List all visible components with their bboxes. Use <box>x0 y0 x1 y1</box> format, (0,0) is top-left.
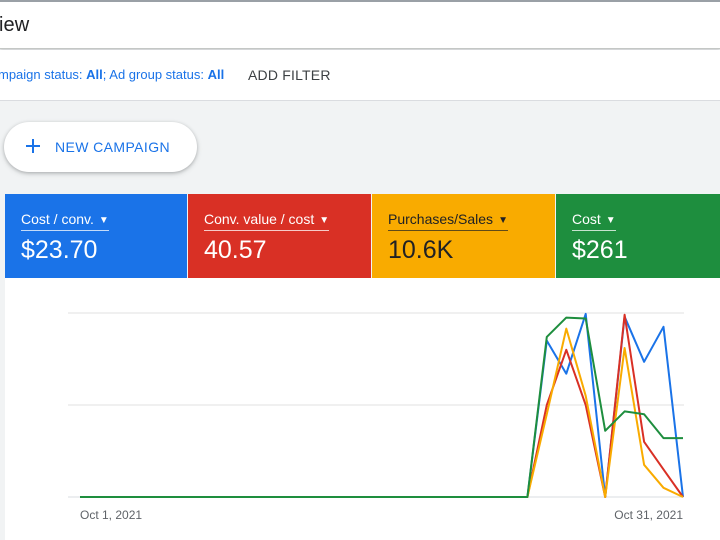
metric-label: Conv. value / cost <box>204 211 315 227</box>
metric-card-cost-per-conv[interactable]: Cost / conv. ▼ $23.70 <box>5 194 187 278</box>
performance-chart-card: Oct 1, 2021 Oct 31, 2021 <box>5 278 720 540</box>
campaign-status-label: mpaign status: <box>0 67 87 82</box>
dropdown-caret-icon: ▼ <box>319 215 330 226</box>
metric-selector[interactable]: Purchases/Sales ▼ <box>388 211 508 231</box>
plus-icon <box>26 139 40 153</box>
metric-selector[interactable]: Conv. value / cost ▼ <box>204 211 330 231</box>
metric-value: $261 <box>572 236 628 264</box>
active-filters[interactable]: mpaign status: All; Ad group status: All <box>0 67 224 82</box>
metric-value: 10.6K <box>388 236 454 264</box>
dropdown-caret-icon: ▼ <box>605 215 616 226</box>
metric-label: Cost <box>572 211 601 227</box>
metric-selector[interactable]: Cost / conv. ▼ <box>21 211 109 231</box>
x-tick-label-end: Oct 31, 2021 <box>614 508 683 522</box>
campaign-status-value: All <box>86 67 103 82</box>
series-line-4 <box>80 316 683 498</box>
metric-cards: Cost / conv. ▼ $23.70 Conv. value / cost ▼… <box>5 194 720 278</box>
series-line-2 <box>80 313 684 498</box>
ad-group-status-value: All <box>207 67 225 82</box>
new-campaign-label: NEW CAMPAIGN <box>55 139 170 155</box>
x-tick-label-start: Oct 1, 2021 <box>80 508 142 522</box>
metric-value: $23.70 <box>21 236 98 264</box>
metric-card-conv-value-per-cost[interactable]: Conv. value / cost ▼ 40.57 <box>188 194 371 278</box>
metric-label: Purchases/Sales <box>388 211 494 227</box>
add-filter-button[interactable]: ADD FILTER <box>248 67 331 83</box>
new-campaign-button[interactable]: NEW CAMPAIGN <box>4 122 197 172</box>
page-header: iew <box>0 0 720 49</box>
metric-card-purchases-sales[interactable]: Purchases/Sales ▼ 10.6K <box>372 194 555 278</box>
metric-label: Cost / conv. <box>21 211 94 227</box>
dropdown-caret-icon: ▼ <box>98 215 109 226</box>
metric-selector[interactable]: Cost ▼ <box>572 211 616 231</box>
page-title: iew <box>0 14 30 36</box>
ad-group-status-label: Ad group status: <box>109 67 208 82</box>
metric-card-cost[interactable]: Cost ▼ $261 <box>556 194 720 278</box>
dropdown-caret-icon: ▼ <box>498 215 508 226</box>
google-ads-overview: iew mpaign status: All; Ad group status:… <box>0 0 720 540</box>
metric-value: 40.57 <box>204 236 267 264</box>
performance-line-chart: Oct 1, 2021 Oct 31, 2021 <box>68 312 684 522</box>
filter-bar: mpaign status: All; Ad group status: All… <box>0 50 720 101</box>
